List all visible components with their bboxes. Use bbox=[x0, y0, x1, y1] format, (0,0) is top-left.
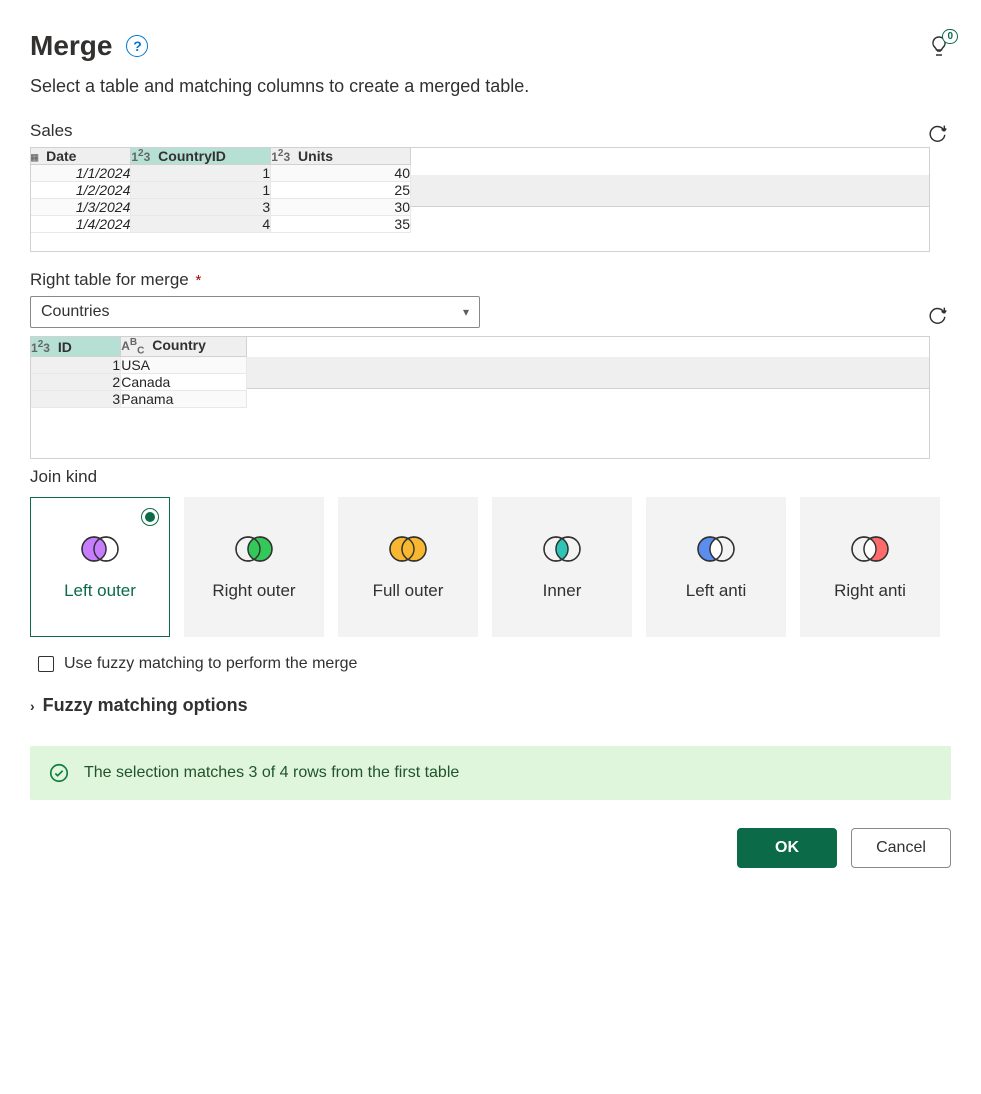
match-banner-text: The selection matches 3 of 4 rows from t… bbox=[84, 764, 459, 782]
cell: 25 bbox=[271, 182, 411, 199]
right-table-dropdown[interactable]: Countries ▾ bbox=[30, 296, 480, 328]
cell: 3 bbox=[131, 199, 271, 216]
join-kind-label: Left anti bbox=[686, 581, 747, 601]
column-header[interactable]: ABC Country bbox=[121, 337, 247, 357]
table-row[interactable]: 1USA bbox=[31, 357, 247, 374]
fuzzy-matching-checkbox[interactable]: Use fuzzy matching to perform the merge bbox=[38, 655, 951, 673]
cell: 4 bbox=[131, 216, 271, 233]
table-row[interactable]: 3Panama bbox=[31, 391, 247, 408]
join-kind-left_outer[interactable]: Left outer bbox=[30, 497, 170, 637]
join-kind-full_outer[interactable]: Full outer bbox=[338, 497, 478, 637]
join-kind-label: Left outer bbox=[64, 581, 136, 601]
cell: 1/3/2024 bbox=[31, 199, 131, 216]
dialog-subtitle: Select a table and matching columns to c… bbox=[30, 76, 951, 97]
join-kind-label: Full outer bbox=[373, 581, 444, 601]
join-kind-label: Right anti bbox=[834, 581, 906, 601]
chevron-down-icon: ▾ bbox=[463, 305, 469, 319]
join-kind-options: Left outer Right outer Full outer Inner Left… bbox=[30, 497, 951, 637]
cell: 1/1/2024 bbox=[31, 165, 131, 182]
column-header[interactable]: 123 Units bbox=[271, 148, 411, 165]
cell: 1/2/2024 bbox=[31, 182, 131, 199]
suggestions-bulb-icon[interactable]: 0 bbox=[927, 34, 951, 58]
refresh-left-table-button[interactable] bbox=[923, 119, 951, 147]
dialog-title: Merge bbox=[30, 30, 112, 62]
cell: 35 bbox=[271, 216, 411, 233]
cell: 40 bbox=[271, 165, 411, 182]
checkbox-icon bbox=[38, 656, 54, 672]
join-kind-right_outer[interactable]: Right outer bbox=[184, 497, 324, 637]
table-row[interactable]: 1/2/2024125 bbox=[31, 182, 411, 199]
fuzzy-checkbox-label: Use fuzzy matching to perform the merge bbox=[64, 655, 357, 673]
join-kind-label: Join kind bbox=[30, 467, 951, 487]
table-row[interactable]: 1/1/2024140 bbox=[31, 165, 411, 182]
chevron-right-icon: › bbox=[30, 698, 35, 714]
ok-button[interactable]: OK bbox=[737, 828, 837, 868]
column-header[interactable]: ▦ Date bbox=[31, 148, 131, 165]
join-kind-right_anti[interactable]: Right anti bbox=[800, 497, 940, 637]
join-kind-inner[interactable]: Inner bbox=[492, 497, 632, 637]
refresh-right-table-button[interactable] bbox=[923, 301, 951, 329]
match-banner: The selection matches 3 of 4 rows from t… bbox=[30, 746, 951, 800]
cell: 2 bbox=[31, 374, 121, 391]
cell: 1 bbox=[31, 357, 121, 374]
fuzzy-options-expander[interactable]: › Fuzzy matching options bbox=[30, 695, 951, 716]
cancel-button[interactable]: Cancel bbox=[851, 828, 951, 868]
table-row[interactable]: 1/4/2024435 bbox=[31, 216, 411, 233]
join-kind-left_anti[interactable]: Left anti bbox=[646, 497, 786, 637]
help-icon[interactable]: ? bbox=[126, 35, 148, 57]
join-kind-label: Inner bbox=[543, 581, 582, 601]
table-row[interactable]: 1/3/2024330 bbox=[31, 199, 411, 216]
left-table[interactable]: ▦ Date123 CountryID123 Units1/1/20241401… bbox=[30, 147, 930, 252]
cell: 1 bbox=[131, 182, 271, 199]
bulb-badge: 0 bbox=[942, 29, 958, 44]
right-table-label: Right table for merge bbox=[30, 270, 189, 289]
left-table-name: Sales bbox=[30, 121, 73, 141]
radio-selected-icon bbox=[141, 508, 159, 526]
cell: 1/4/2024 bbox=[31, 216, 131, 233]
cell: 30 bbox=[271, 199, 411, 216]
right-table-selected: Countries bbox=[41, 303, 109, 321]
cell: USA bbox=[121, 357, 247, 374]
cell: Canada bbox=[121, 374, 247, 391]
cell: 1 bbox=[131, 165, 271, 182]
required-mark: * bbox=[195, 272, 201, 289]
fuzzy-options-label: Fuzzy matching options bbox=[43, 695, 248, 716]
column-header[interactable]: 123 CountryID bbox=[131, 148, 271, 165]
column-header[interactable]: 123 ID bbox=[31, 337, 121, 357]
right-table[interactable]: 123 IDABC Country1USA2Canada3Panama bbox=[30, 336, 930, 459]
join-kind-label: Right outer bbox=[212, 581, 295, 601]
table-row[interactable]: 2Canada bbox=[31, 374, 247, 391]
cell: Panama bbox=[121, 391, 247, 408]
cell: 3 bbox=[31, 391, 121, 408]
